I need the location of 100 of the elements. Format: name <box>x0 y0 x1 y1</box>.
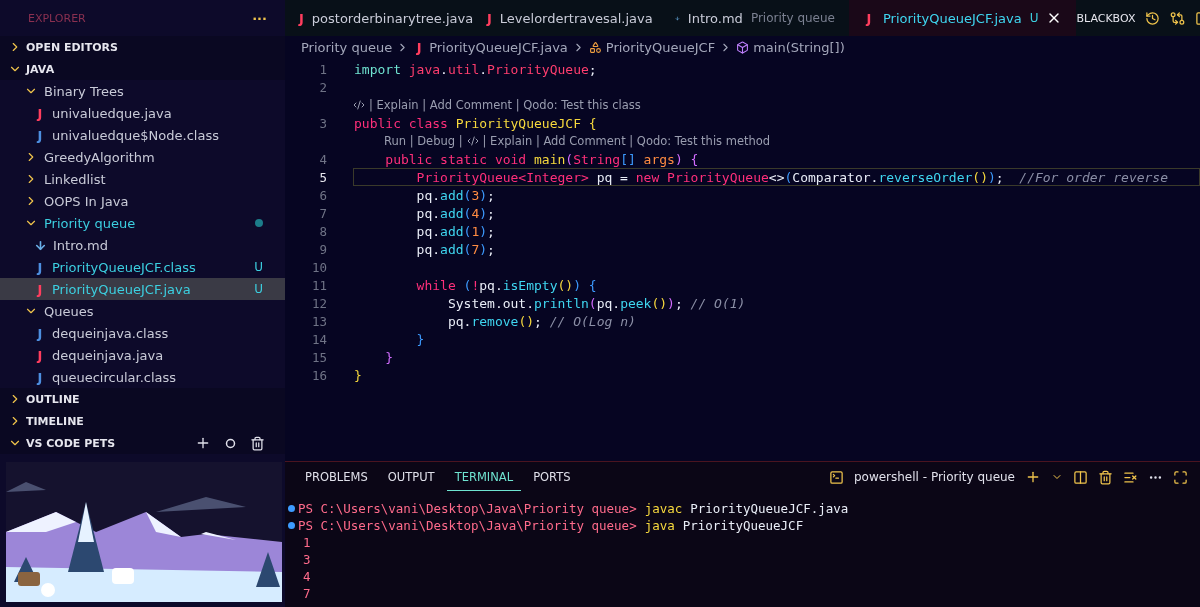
breadcrumb[interactable]: main(String[]) <box>753 39 845 55</box>
line-number: 2 <box>318 79 327 95</box>
command-dot <box>288 522 295 529</box>
untracked-label: U <box>1029 11 1039 25</box>
java-file-icon: J <box>863 10 875 26</box>
tab-label: PriorityQueueJCF.java <box>883 10 1022 26</box>
line-number: 7 <box>318 205 327 221</box>
code-line: } <box>384 349 395 366</box>
file-item[interactable]: J PriorityQueueJCF.java U <box>0 278 285 300</box>
folder-item[interactable]: Binary Trees <box>0 80 285 102</box>
file-item[interactable]: J queuecircular.class <box>0 366 285 388</box>
file-item[interactable]: J dequeinjava.class <box>0 322 285 344</box>
line-number: 8 <box>318 223 327 239</box>
terminal-prompt: PS C:\Users\vani\Desktop\Java\Priority queue> <box>298 501 637 516</box>
class-icon <box>588 40 602 54</box>
line-number: 10 <box>310 259 327 275</box>
editor-tab[interactable]: J postorderbinarytree.java <box>285 0 473 36</box>
line-number: 9 <box>318 241 327 257</box>
terminal-argument: PriorityQueueJCF.java <box>690 501 849 516</box>
java-file-icon: J <box>34 105 46 121</box>
file-item[interactable]: J dequeinjava.java <box>0 344 285 366</box>
editor-tab[interactable]: J Levelordertravesal.java <box>473 0 661 36</box>
line-number: 13 <box>310 313 327 329</box>
code-icon[interactable] <box>466 135 479 147</box>
changes-dot <box>255 219 263 227</box>
class-file-icon: J <box>34 325 46 341</box>
terminal-prompt: PS C:\Users\vani\Desktop\Java\Priority queue> <box>298 518 637 533</box>
line-number: 14 <box>310 331 327 347</box>
more-actions-button[interactable]: ··· <box>252 10 267 26</box>
folder-item[interactable]: OOPS In Java <box>0 190 285 212</box>
file-item[interactable]: J PriorityQueueJCF.class U <box>0 256 285 278</box>
terminal-output: 1 <box>303 535 311 550</box>
folder-item[interactable]: Linkedlist <box>0 168 285 190</box>
java-file-icon: J <box>34 347 46 363</box>
code-line: System.out.println(pq.peek()); // O(1) <box>446 295 747 312</box>
blackbox-label[interactable]: BLACKBOX <box>1076 11 1136 25</box>
panel-tab[interactable]: PROBLEMS <box>297 463 376 491</box>
codelens-actions[interactable]: | Explain | Add Comment | Qodo: Test this method <box>482 134 771 148</box>
line-number: 1 <box>318 61 327 77</box>
panel-tab[interactable]: TERMINAL <box>446 463 522 491</box>
terminal-output: 7 <box>303 586 311 601</box>
line-number: 12 <box>310 295 327 311</box>
terminal-command: java <box>644 518 675 533</box>
trash-icon[interactable] <box>250 435 265 451</box>
code-line: import java.util.PriorityQueue; <box>353 61 598 78</box>
folder-item[interactable]: Queues <box>0 300 285 322</box>
code-line: pq.add(1); <box>415 223 496 240</box>
tab-label: postorderbinarytree.java <box>311 10 474 26</box>
history-icon[interactable] <box>1145 10 1161 26</box>
code-line: pq.add(3); <box>415 187 496 204</box>
class-file-icon: J <box>34 259 46 275</box>
section-header[interactable]: VS CODE PETS <box>0 432 285 454</box>
clear-list-icon[interactable] <box>1123 469 1138 485</box>
line-number: 3 <box>318 115 327 131</box>
panel-tab[interactable]: PORTS <box>525 463 579 491</box>
code-line: public static void main(String[] args) { <box>384 151 700 168</box>
tab-label: Levelordertravesal.java <box>499 10 653 26</box>
line-number: 5 <box>318 169 327 185</box>
codelens-actions[interactable]: | Explain | Add Comment | Qodo: Test this class <box>369 98 641 112</box>
editor-tab[interactable]: Intro.md Priority queue <box>661 0 849 36</box>
class-file-icon: J <box>34 127 46 143</box>
add-icon[interactable] <box>1025 469 1041 485</box>
file-item[interactable]: J univaluedque.java <box>0 102 285 124</box>
line-number: 4 <box>318 151 327 167</box>
add-icon[interactable] <box>195 435 211 451</box>
java-file-icon: J <box>299 10 304 26</box>
breadcrumb[interactable]: Priority queue <box>301 39 393 55</box>
maximize-icon[interactable] <box>1173 469 1188 485</box>
ball-icon[interactable] <box>225 437 236 449</box>
class-file-icon: J <box>34 369 46 385</box>
terminal-output: 4 <box>303 569 311 584</box>
code-line: public class PriorityQueueJCF { <box>353 115 598 132</box>
section-header[interactable]: OUTLINE <box>0 388 285 410</box>
breadcrumb[interactable]: PriorityQueueJCF.java <box>429 39 568 55</box>
java-file-icon: J <box>34 281 46 297</box>
compare-icon[interactable] <box>1170 10 1186 26</box>
trash-icon[interactable] <box>1098 469 1113 485</box>
file-item[interactable]: Intro.md <box>0 234 285 256</box>
down-arrow-icon <box>34 238 47 252</box>
folder-item[interactable]: Priority queue <box>0 212 285 234</box>
section-header[interactable]: JAVA <box>0 58 285 80</box>
editor-tab[interactable]: J PriorityQueueJCF.java U <box>849 0 1077 36</box>
line-number: 6 <box>318 187 327 203</box>
section-header[interactable]: OPEN EDITORS <box>0 36 285 58</box>
split-icon[interactable] <box>1073 469 1088 485</box>
folder-item[interactable]: GreedyAlgorithm <box>0 146 285 168</box>
terminal-name[interactable]: powershell - Priority queue <box>853 470 1015 484</box>
code-line: pq.remove(); // O(Log n) <box>446 313 637 330</box>
breadcrumb[interactable]: PriorityQueueJCF <box>605 39 716 55</box>
line-number: 16 <box>310 367 327 383</box>
code-line: } <box>353 367 363 384</box>
line-number: 11 <box>310 277 327 293</box>
java-file-icon: J <box>487 10 492 26</box>
section-header[interactable]: TIMELINE <box>0 410 285 432</box>
code-icon[interactable] <box>353 99 365 111</box>
file-item[interactable]: J univaluedque$Node.class <box>0 124 285 146</box>
codelens-actions[interactable]: Run | Debug | <box>384 134 463 148</box>
java-file-icon: J <box>413 39 426 55</box>
line-number: 15 <box>310 349 327 365</box>
panel-tab[interactable]: OUTPUT <box>379 463 443 491</box>
